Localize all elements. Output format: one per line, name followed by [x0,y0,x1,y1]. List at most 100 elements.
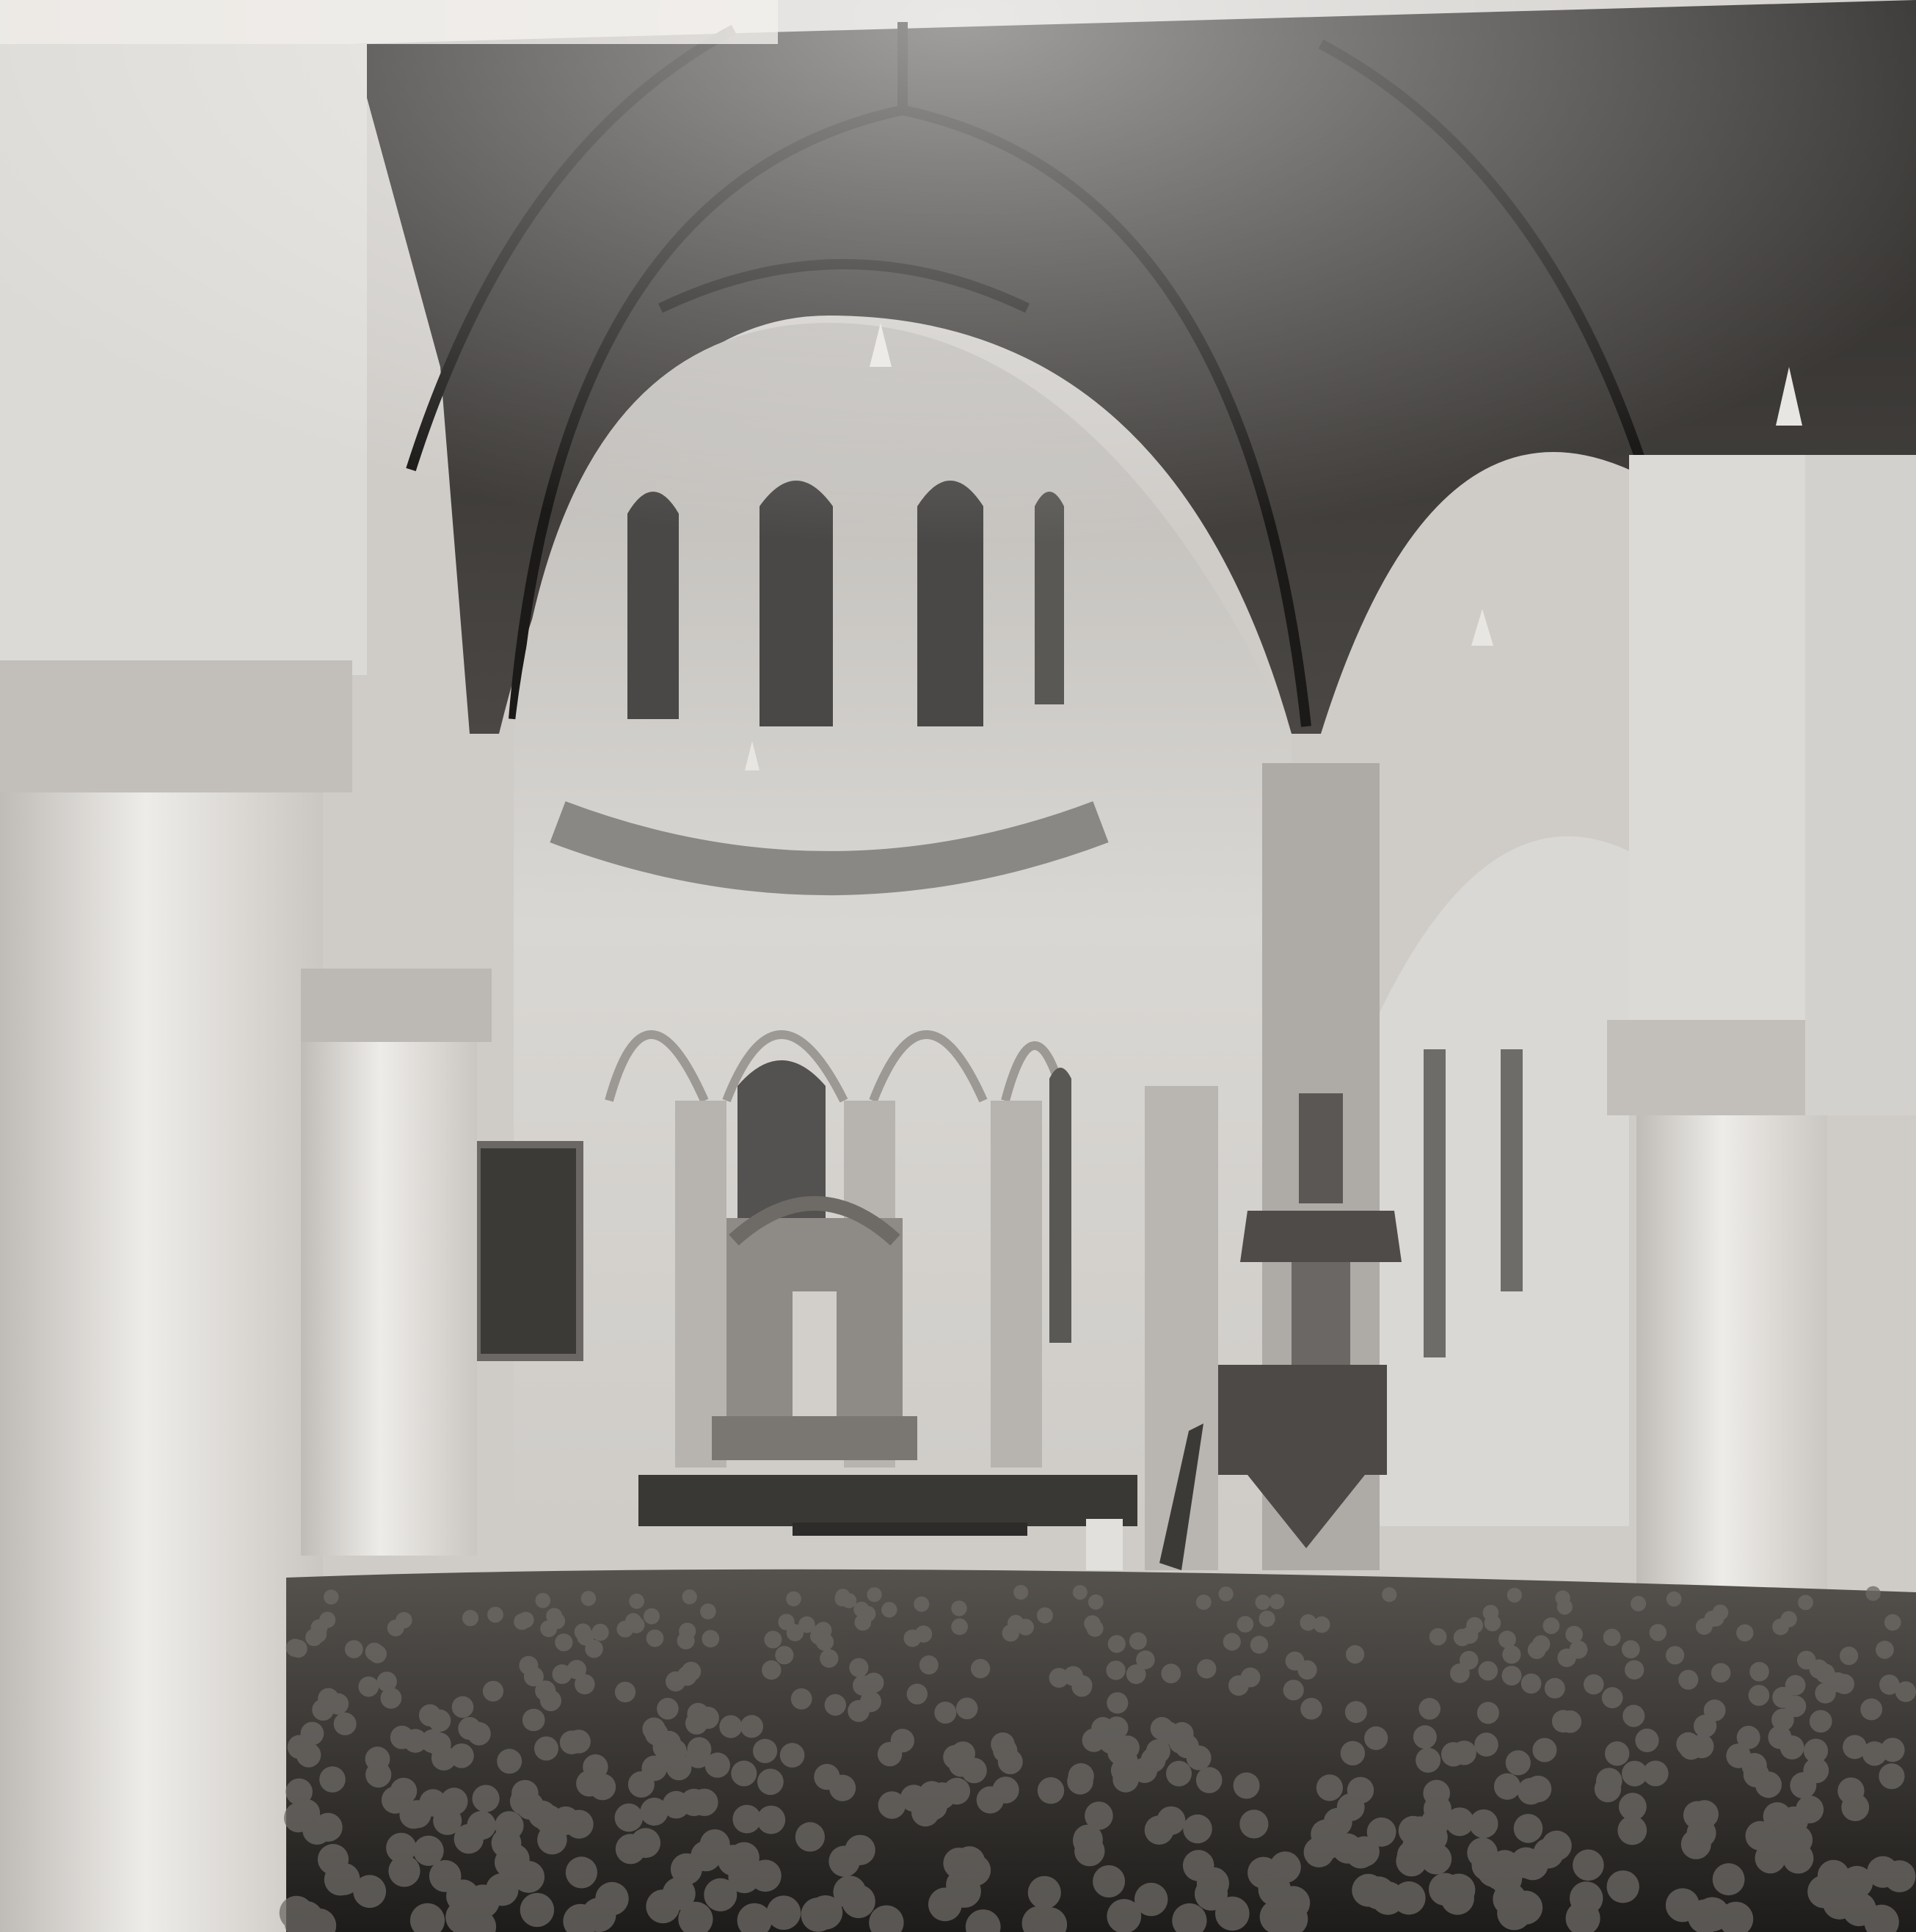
crowd-head [1822,1886,1857,1920]
crowd-head [762,1660,782,1680]
crowd-head [1631,1596,1647,1611]
crowd-head [1382,1587,1397,1603]
crowd-head [1218,1586,1234,1602]
crowd-head [652,1735,677,1760]
crowd-head [1565,1625,1583,1644]
crowd-head [1150,1717,1174,1740]
crowd-head [1748,1685,1770,1706]
crowd-head [641,1755,667,1782]
crowd-head [324,1589,339,1605]
crowd-head [1484,1614,1501,1632]
crowd-head [449,1743,474,1768]
crowd-head [681,1661,702,1682]
crowd-head [877,1741,903,1767]
crowd-head [1474,1732,1498,1757]
crowd-head [1666,1646,1685,1665]
crowd-head [555,1633,573,1652]
crowd-head [1091,1717,1115,1740]
crowd-head [1879,1674,1900,1695]
crowd-head [1785,1674,1806,1696]
crowd-head [365,1762,392,1788]
crowd-head [1269,1594,1285,1610]
crowd-head [1520,1673,1542,1694]
crowd-head [1240,1667,1261,1688]
crowd-head [580,1591,597,1606]
crowd-head [1036,1607,1053,1624]
crowd-head [497,1749,522,1774]
crowd-head [1255,1594,1271,1611]
crowd-head [537,1824,567,1855]
crowd-head [740,1715,763,1738]
crowd-head [820,1649,839,1668]
crowd-head [757,1768,784,1796]
crowd-head [1072,1585,1088,1600]
crowd-head [296,1743,321,1768]
crowd-head [808,1895,843,1930]
crowd-head [482,1680,504,1702]
crowd-head [1418,1698,1440,1720]
crowd-head [1134,1882,1168,1917]
crowd-head [1093,1865,1126,1898]
crowd-head [319,1766,346,1793]
crowd-head [1161,1663,1181,1684]
crowd-head [577,1628,594,1646]
crowd-head [1008,1614,1024,1632]
crowd-head [1542,1617,1560,1635]
crowd-head [1471,1849,1504,1881]
crowd-head [1423,1779,1450,1807]
tomb-monument [712,1196,917,1460]
photo-canvas [0,0,1916,1932]
crowd-head [399,1800,428,1829]
crowd-head [310,1619,328,1636]
crowd-head [719,1715,743,1738]
window-lower-right [1049,1068,1071,1343]
crowd-head [1622,1705,1645,1727]
crowd-head [1505,1750,1531,1776]
crowd-head [1556,1599,1573,1615]
crowd-head [380,1687,402,1709]
light-glare [0,0,1916,881]
crowd-head [881,1602,897,1618]
crowd-head [677,1631,695,1650]
crowd-head [1517,1777,1545,1805]
crowd-head [368,1644,387,1663]
crowd-head [657,1697,679,1720]
crowd-head [1532,1738,1557,1763]
crowd-head [327,1863,360,1895]
pulpit-lantern [1299,1093,1343,1203]
crowd-head [289,1639,307,1658]
crowd-head [1453,1628,1471,1647]
tomb-statue [793,1291,837,1416]
pulpit-canopy [1240,1211,1402,1262]
crowd-head [630,1828,661,1859]
crowd-head [1037,1777,1065,1804]
crowd-head [775,1646,794,1665]
crowd-head [757,1805,786,1834]
crowd-head [731,1760,757,1787]
crowd-head [418,1704,442,1727]
crowd-head [1790,1772,1817,1799]
crowd-head [1749,1661,1769,1682]
crowd-head [1642,1760,1669,1787]
crowd-head [732,1804,762,1834]
crowd-head [1695,1618,1713,1636]
crowd-head [779,1743,805,1768]
crowd-head [1796,1650,1816,1670]
crowd-head [1879,1763,1905,1790]
crowd-head [1392,1881,1426,1915]
crowd-head [1476,1702,1499,1724]
crowd-head [1027,1876,1061,1909]
crowd-head [854,1614,872,1631]
crowd-head [300,1721,324,1746]
crowd-head [1774,1817,1804,1847]
crowd-head [1223,1633,1241,1651]
crowd-head [878,1791,906,1819]
crowd-head [472,1785,500,1812]
crowd-head [934,1702,957,1724]
crowd-head [682,1589,697,1605]
crowd-head [1557,1648,1576,1667]
crowd-head [344,1640,363,1659]
crowd-head [959,1854,991,1887]
crowd-head [1544,1677,1565,1699]
crowd-head [1798,1594,1813,1611]
